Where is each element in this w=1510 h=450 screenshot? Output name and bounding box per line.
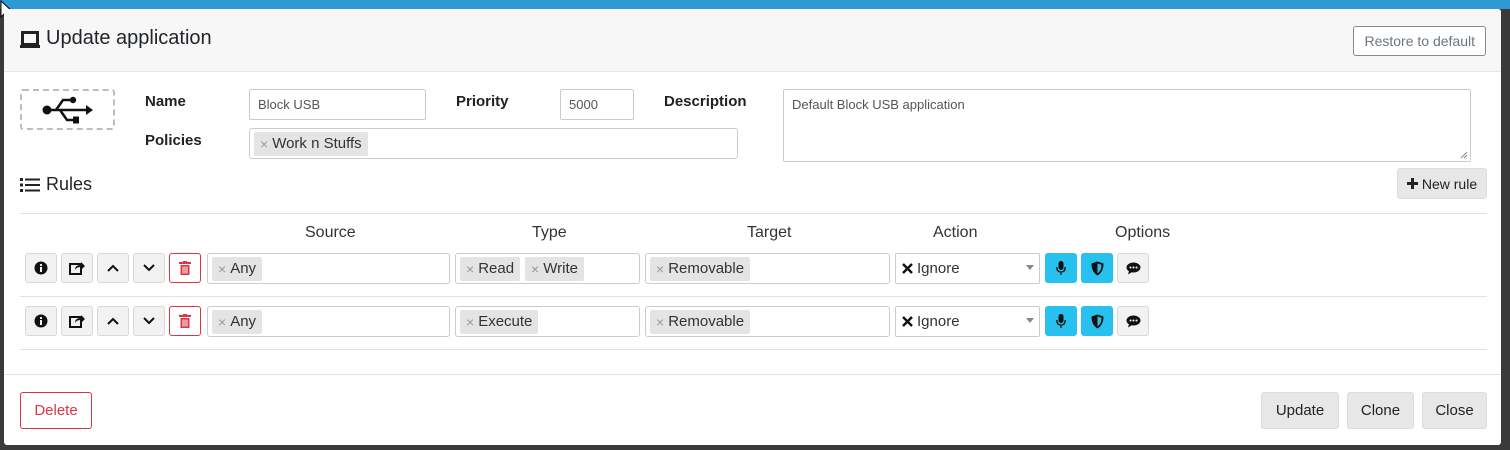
column-type: Type [532,224,567,241]
rule-comment-button[interactable] [1117,306,1149,336]
app-top-bar [0,0,1510,9]
column-options: Options [1115,224,1171,241]
rule-type-select[interactable]: × Read × Write [455,253,640,284]
trash-icon [179,261,191,275]
rule-target-select[interactable]: × Removable [645,306,890,337]
rule-source-select[interactable]: × Any [207,306,450,337]
rule-mic-toggle[interactable] [1045,253,1077,283]
chevron-down-icon [1026,265,1034,270]
rule-action-select[interactable]: Ignore [895,253,1040,284]
chevron-down-icon [143,317,155,325]
update-button[interactable]: Update [1261,392,1339,429]
rules-title-text: Rules [46,174,93,194]
chevron-down-icon [1026,318,1034,323]
remove-tag-icon[interactable]: × [260,136,268,152]
rule-move-up-button[interactable] [97,253,129,283]
target-tag: × Removable [650,309,751,334]
resize-grip-icon[interactable] [1460,151,1468,159]
remove-tag-icon[interactable]: × [218,261,226,277]
rule-move-down-button[interactable] [133,253,165,283]
policies-select[interactable]: × Work n Stuffs [249,128,738,159]
column-source: Source [305,224,356,241]
description-text: Default Block USB application [792,97,965,112]
priority-input[interactable]: 5000 [560,89,634,120]
rule-delete-button[interactable] [169,306,201,336]
column-action: Action [933,224,978,241]
delete-button[interactable]: Delete [20,392,92,429]
usb-icon [42,96,93,123]
type-tag: × Execute [460,309,539,334]
x-mark-icon [902,263,913,274]
rules-divider [20,213,1487,214]
modal-footer-divider [4,374,1501,375]
modal-header: Update application Restore to default [4,9,1501,72]
description-textarea[interactable]: Default Block USB application [783,89,1471,162]
rule-shield-toggle[interactable] [1081,253,1113,283]
restore-default-button[interactable]: Restore to default [1353,26,1486,56]
type-tag: × Write [525,256,584,281]
row-divider [20,349,1487,350]
rule-export-button[interactable] [61,253,93,283]
chevron-up-icon [107,264,119,272]
rule-delete-button[interactable] [169,253,201,283]
remove-tag-icon[interactable]: × [656,314,664,330]
source-tag: × Any [212,309,263,334]
shield-icon [1091,261,1103,275]
share-icon [69,262,85,275]
rule-move-up-button[interactable] [97,306,129,336]
close-button[interactable]: Close [1422,392,1487,429]
rule-action-select[interactable]: Ignore [895,306,1040,337]
comment-icon [1126,315,1140,327]
rule-info-button[interactable] [25,306,57,336]
chevron-up-icon [107,317,119,325]
chevron-down-icon [143,264,155,272]
remove-tag-icon[interactable]: × [466,314,474,330]
row-divider [20,296,1487,297]
share-icon [69,315,85,328]
rule-source-select[interactable]: × Any [207,253,450,284]
rule-target-select[interactable]: × Removable [645,253,890,284]
rules-title: Rules [20,174,92,195]
source-tag: × Any [212,256,263,281]
window-icon [20,30,40,48]
info-icon [34,314,48,328]
plus-icon [1406,178,1418,189]
column-target: Target [747,224,792,241]
type-tag: × Read [460,256,521,281]
target-tag: × Removable [650,256,751,281]
info-icon [34,261,48,275]
comment-icon [1126,262,1140,274]
name-label: Name [145,93,186,110]
list-icon [20,177,40,192]
microphone-icon [1056,313,1066,328]
microphone-icon [1056,260,1066,275]
priority-label: Priority [456,93,509,110]
rule-type-select[interactable]: × Execute [455,306,640,337]
remove-tag-icon[interactable]: × [656,261,664,277]
name-input[interactable]: Block USB [249,89,426,120]
rule-comment-button[interactable] [1117,253,1149,283]
rule-move-down-button[interactable] [133,306,165,336]
policy-tag: × Work n Stuffs [254,131,368,156]
description-label: Description [664,93,747,110]
policies-label: Policies [145,132,202,149]
rule-info-button[interactable] [25,253,57,283]
remove-tag-icon[interactable]: × [466,261,474,277]
modal-title: Update application [20,27,212,50]
remove-tag-icon[interactable]: × [531,261,539,277]
rule-shield-toggle[interactable] [1081,306,1113,336]
new-rule-button[interactable]: New rule [1397,168,1487,199]
application-icon-box[interactable] [20,89,115,130]
modal-title-text: Update application [46,27,212,49]
rule-export-button[interactable] [61,306,93,336]
remove-tag-icon[interactable]: × [218,314,226,330]
clone-button[interactable]: Clone [1347,392,1414,429]
trash-icon [179,314,191,328]
update-application-modal: Update application Restore to default Na… [4,9,1501,445]
shield-icon [1091,314,1103,328]
x-mark-icon [902,316,913,327]
rule-mic-toggle[interactable] [1045,306,1077,336]
